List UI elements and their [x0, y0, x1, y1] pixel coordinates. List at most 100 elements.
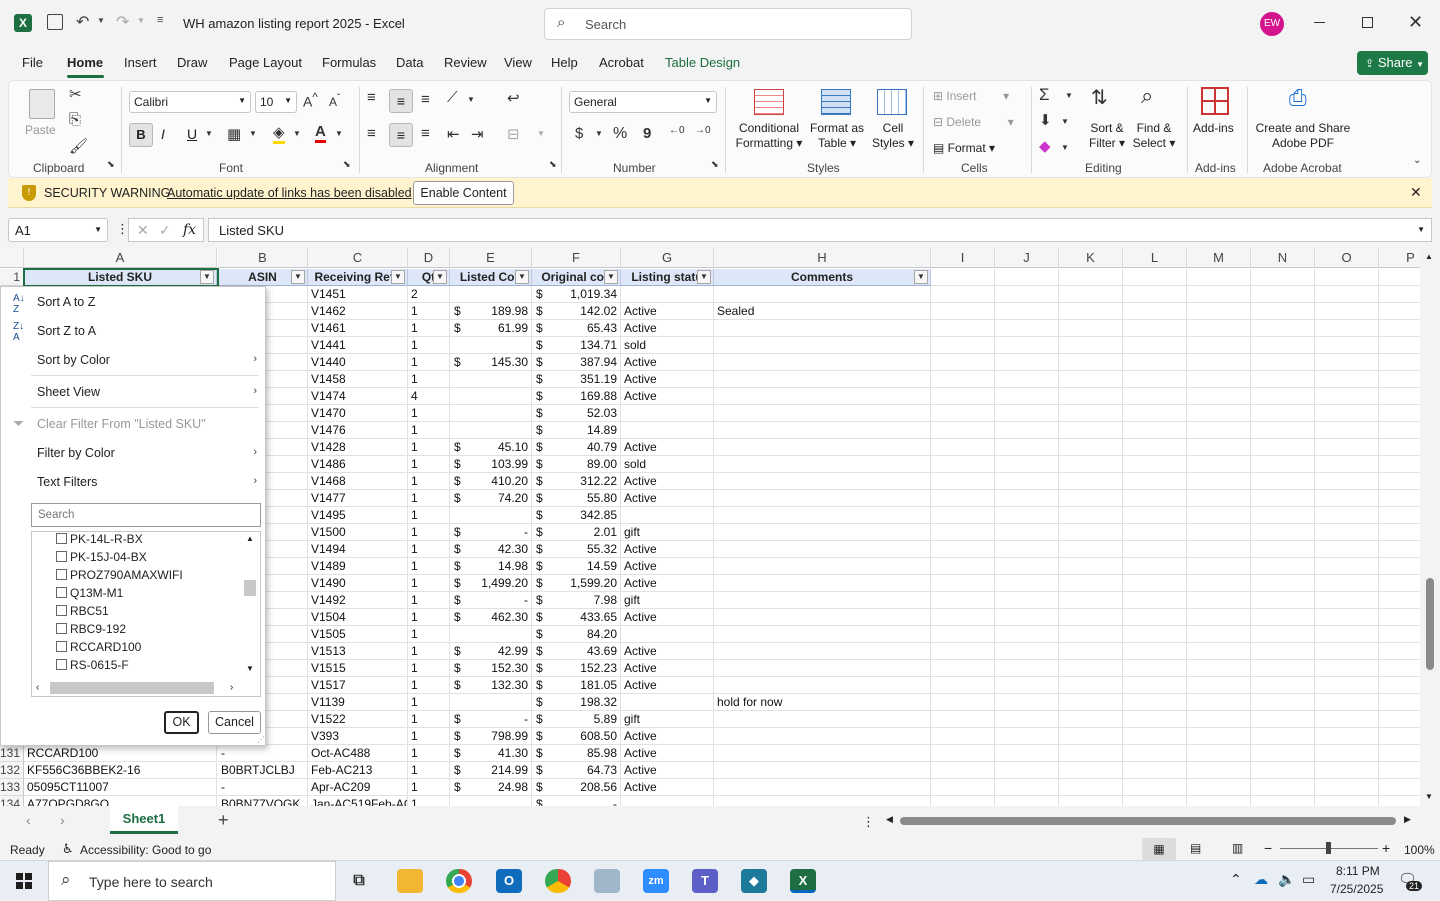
- filter-value-item[interactable]: PK-15J-04-BX: [56, 550, 147, 564]
- cell[interactable]: 1: [408, 490, 450, 507]
- cell[interactable]: [1315, 745, 1379, 762]
- cell[interactable]: [995, 371, 1059, 388]
- filter-search-input[interactable]: Search: [31, 503, 261, 527]
- fill-color-icon[interactable]: ◈: [273, 123, 285, 144]
- list-scroll-up-icon[interactable]: ▲: [246, 534, 254, 543]
- cell[interactable]: [1059, 728, 1123, 745]
- cell[interactable]: [931, 371, 995, 388]
- cell[interactable]: 1: [408, 745, 450, 762]
- chrome-profile-icon[interactable]: [545, 869, 571, 893]
- cell[interactable]: [1187, 779, 1251, 796]
- cell[interactable]: [1123, 405, 1187, 422]
- cell[interactable]: [1187, 558, 1251, 575]
- cell[interactable]: [1315, 439, 1379, 456]
- align-left-icon[interactable]: ≡: [367, 125, 376, 142]
- cell[interactable]: [931, 507, 995, 524]
- cell[interactable]: [621, 422, 714, 439]
- cell[interactable]: 1: [408, 337, 450, 354]
- cell[interactable]: [1379, 422, 1420, 439]
- filter-dropdown-button[interactable]: ▼: [914, 270, 928, 284]
- cell[interactable]: V1513: [308, 643, 408, 660]
- redo-dropdown-icon[interactable]: ▼: [137, 16, 145, 25]
- cell[interactable]: [1123, 439, 1187, 456]
- vertical-scroll-thumb[interactable]: [1426, 578, 1434, 670]
- cell[interactable]: [1123, 575, 1187, 592]
- checkbox[interactable]: [56, 605, 67, 616]
- taskbar-time[interactable]: 8:11 PM: [1336, 864, 1380, 878]
- cell[interactable]: 1: [408, 439, 450, 456]
- cell[interactable]: [1187, 711, 1251, 728]
- menu-help[interactable]: Help: [551, 55, 578, 70]
- cell[interactable]: [1315, 558, 1379, 575]
- comma-style-icon[interactable]: 9: [643, 125, 651, 142]
- menu-home[interactable]: Home: [67, 55, 103, 70]
- cell[interactable]: 1: [408, 473, 450, 490]
- cell[interactable]: 1: [408, 643, 450, 660]
- cell[interactable]: V1489: [308, 558, 408, 575]
- cell[interactable]: [1379, 456, 1420, 473]
- cell[interactable]: [1315, 286, 1379, 303]
- cell[interactable]: [1123, 762, 1187, 779]
- number-format-select[interactable]: General ▼: [569, 91, 717, 113]
- cell[interactable]: Active: [621, 728, 714, 745]
- font-color-dropdown-icon[interactable]: ▼: [335, 129, 343, 138]
- cell[interactable]: [995, 745, 1059, 762]
- list-hscroll-thumb[interactable]: [50, 682, 214, 694]
- cell[interactable]: Active: [621, 320, 714, 337]
- cell[interactable]: A77QPGD8GO: [24, 796, 217, 806]
- cell[interactable]: $55.32: [532, 541, 621, 558]
- column-header[interactable]: N: [1251, 248, 1315, 268]
- cell[interactable]: V1139: [308, 694, 408, 711]
- cell[interactable]: [1059, 371, 1123, 388]
- column-header[interactable]: K: [1059, 248, 1123, 268]
- cell[interactable]: [1379, 626, 1420, 643]
- hscroll-left-icon[interactable]: ◀: [886, 814, 893, 825]
- cell[interactable]: [1251, 388, 1315, 405]
- cell[interactable]: [1059, 507, 1123, 524]
- tabs-options-icon[interactable]: ⋮: [862, 814, 875, 830]
- cell[interactable]: [1059, 541, 1123, 558]
- cell[interactable]: $24.98: [450, 779, 532, 796]
- cell[interactable]: $64.73: [532, 762, 621, 779]
- cell[interactable]: [1379, 745, 1420, 762]
- align-right-icon[interactable]: ≡: [421, 125, 430, 142]
- cell[interactable]: [1379, 609, 1420, 626]
- cell[interactable]: [1379, 643, 1420, 660]
- filter-by-color[interactable]: Filter by Color: [37, 446, 115, 460]
- cell[interactable]: V1494: [308, 541, 408, 558]
- cell[interactable]: [1123, 609, 1187, 626]
- cell[interactable]: [931, 473, 995, 490]
- cell[interactable]: $61.99: [450, 320, 532, 337]
- cell[interactable]: [995, 779, 1059, 796]
- cell[interactable]: [931, 575, 995, 592]
- sheet-tab-sheet1[interactable]: Sheet1: [110, 806, 178, 834]
- cell[interactable]: $198.32: [532, 694, 621, 711]
- name-box[interactable]: A1 ▼: [8, 218, 108, 242]
- cell[interactable]: gift: [621, 592, 714, 609]
- cell[interactable]: $103.99: [450, 456, 532, 473]
- cell[interactable]: [1251, 609, 1315, 626]
- decrease-decimal-icon[interactable]: →0: [695, 125, 711, 136]
- cell[interactable]: [1379, 269, 1420, 286]
- align-middle-icon[interactable]: ≡: [389, 89, 413, 113]
- next-sheet-icon[interactable]: ›: [60, 812, 65, 828]
- cell[interactable]: [1123, 473, 1187, 490]
- cell[interactable]: [1059, 626, 1123, 643]
- cell[interactable]: [714, 643, 931, 660]
- cell[interactable]: [714, 575, 931, 592]
- cell[interactable]: [714, 439, 931, 456]
- cell[interactable]: [1187, 456, 1251, 473]
- cell[interactable]: [1315, 762, 1379, 779]
- cell[interactable]: [1315, 490, 1379, 507]
- cell[interactable]: 1: [408, 575, 450, 592]
- cell[interactable]: V1451: [308, 286, 408, 303]
- cell[interactable]: $798.99: [450, 728, 532, 745]
- cell[interactable]: $342.85: [532, 507, 621, 524]
- copy-icon[interactable]: ⎘: [69, 111, 81, 128]
- table-header-cell[interactable]: Original cos ▼: [532, 269, 621, 286]
- chrome-icon[interactable]: [446, 869, 472, 893]
- menu-file[interactable]: File: [22, 55, 43, 70]
- cell[interactable]: [1123, 371, 1187, 388]
- cell[interactable]: [1059, 745, 1123, 762]
- cell[interactable]: [450, 507, 532, 524]
